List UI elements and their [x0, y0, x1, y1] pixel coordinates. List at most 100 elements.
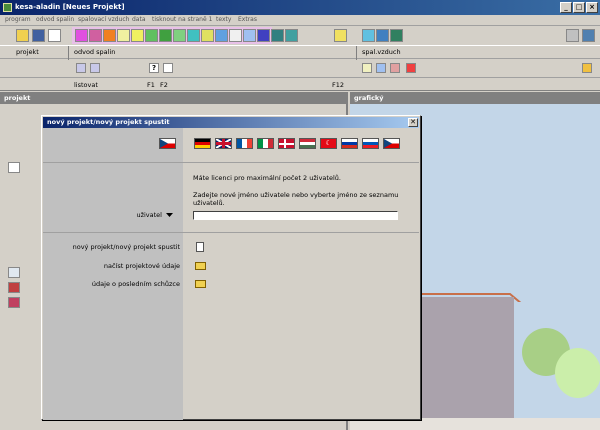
label-listovat: listovat: [74, 81, 98, 89]
open-folder-icon[interactable]: [195, 262, 206, 270]
new-icon[interactable]: [48, 29, 61, 42]
tool-icon-9[interactable]: [187, 29, 200, 42]
instruction-text: Zadejte nové jméno uživatele nebo vybert…: [193, 191, 399, 207]
tool-icon-20[interactable]: [582, 29, 595, 42]
divider: [356, 46, 357, 60]
last-meeting-action-label[interactable]: údaje o posledním schůzce: [46, 280, 180, 288]
panel-icon-3[interactable]: [8, 282, 20, 293]
menu-odvod-spalin[interactable]: odvod spalin: [36, 16, 74, 23]
main-toolbar: [0, 27, 600, 45]
label-projekt: projekt: [16, 48, 39, 56]
prev-icon[interactable]: [76, 63, 86, 73]
tool-icon-24[interactable]: [406, 63, 416, 73]
dialog-divider: [43, 162, 419, 163]
menu-data[interactable]: data: [132, 16, 146, 23]
tool-icon-3[interactable]: [103, 29, 116, 42]
new-project-dialog: nový projekt/nový projekt spustit ✕ ☾ Má…: [41, 115, 421, 420]
title-bar: kesa-aladin [Neues Projekt] _ □ ×: [0, 0, 600, 15]
section-labels: projekt odvod spalin spal.vzduch: [0, 45, 600, 60]
label-f12: F12: [332, 81, 345, 89]
project-panel-title: projekt: [0, 92, 348, 104]
tool-icon-16[interactable]: [285, 29, 298, 42]
tree: [555, 348, 600, 398]
menu-texty[interactable]: texty: [216, 16, 231, 23]
tool-icon-11[interactable]: [215, 29, 228, 42]
user-label: uživatel: [136, 211, 162, 219]
license-text: Máte licenci pro maximální počet 2 uživa…: [193, 174, 341, 182]
close-button[interactable]: ×: [586, 2, 598, 13]
menu-tisknout[interactable]: tisknout na straně 1: [152, 16, 212, 23]
dialog-left-column: [43, 128, 183, 420]
panel-icon-4[interactable]: [8, 297, 20, 308]
new-project-action-label[interactable]: nový projekt/nový projekt spustit: [46, 243, 180, 251]
dialog-title: nový projekt/nový projekt spustit: [43, 117, 419, 128]
tool-icon-2[interactable]: [89, 29, 102, 42]
flag-triangle: [160, 139, 168, 148]
minimize-button[interactable]: _: [560, 2, 572, 13]
czech-flag-2[interactable]: [383, 138, 400, 149]
russian-flag[interactable]: [341, 138, 358, 149]
slovenian-flag[interactable]: [362, 138, 379, 149]
app-icon: [3, 3, 12, 12]
label-spal-vzduch: spal.vzduch: [362, 48, 401, 56]
hungarian-flag[interactable]: [299, 138, 316, 149]
new-document-icon[interactable]: [196, 242, 204, 252]
menu-extras[interactable]: Extras: [238, 16, 257, 23]
open-folder-icon[interactable]: [195, 280, 206, 288]
function-keys: listovat F1 F2 F12: [0, 79, 600, 91]
tool-icon-7[interactable]: [159, 29, 172, 42]
flag-triangle: [384, 139, 392, 148]
tool-icon-13[interactable]: [243, 29, 256, 42]
italian-flag[interactable]: [257, 138, 274, 149]
home-icon[interactable]: [8, 267, 20, 278]
flag-cross: [216, 139, 231, 148]
german-flag[interactable]: [194, 138, 211, 149]
tool-icon-1[interactable]: [75, 29, 88, 42]
user-input[interactable]: [193, 211, 398, 220]
tool-icon-19[interactable]: [390, 29, 403, 42]
czech-flag[interactable]: [159, 138, 176, 149]
next-icon[interactable]: [90, 63, 100, 73]
dropdown-arrow-icon[interactable]: [166, 213, 173, 218]
window-title: kesa-aladin [Neues Projekt]: [15, 3, 125, 11]
help-button[interactable]: ?: [149, 63, 159, 73]
open-icon[interactable]: [16, 29, 29, 42]
dialog-divider: [43, 232, 419, 233]
graphic-panel-title: grafický: [350, 92, 600, 104]
tool-icon-8[interactable]: [173, 29, 186, 42]
tool-icon-15[interactable]: [271, 29, 284, 42]
chevron-down-icon[interactable]: [163, 63, 173, 73]
french-flag[interactable]: [236, 138, 253, 149]
tool-icon-22[interactable]: [376, 63, 386, 73]
tool-icon-14[interactable]: [257, 29, 270, 42]
tool-icon-4[interactable]: [117, 29, 130, 42]
tool-icon-23[interactable]: [390, 63, 400, 73]
menu-bar: program odvod spalin spalovací vzduch da…: [0, 15, 600, 26]
maximize-button[interactable]: □: [573, 2, 585, 13]
label-f1: F1: [147, 81, 155, 89]
turkish-flag[interactable]: ☾: [320, 138, 337, 149]
print-icon[interactable]: [566, 29, 579, 42]
grid-icon[interactable]: [131, 29, 144, 42]
palette-icon[interactable]: [582, 63, 592, 73]
tool-icon-12[interactable]: [229, 29, 242, 42]
label-odvod-spalin: odvod spalin: [74, 48, 116, 56]
label-f2: F2: [160, 81, 168, 89]
save-icon[interactable]: [32, 29, 45, 42]
menu-spalovaci-vzduch[interactable]: spalovací vzduch: [78, 16, 129, 23]
menu-program[interactable]: program: [5, 16, 31, 23]
dialog-close-button[interactable]: ✕: [408, 118, 418, 127]
tool-icon-10[interactable]: [201, 29, 214, 42]
tool-icon-6[interactable]: [145, 29, 158, 42]
nav-toolbar: ?: [0, 60, 600, 78]
load-project-action-label[interactable]: načíst projektové údaje: [46, 262, 180, 270]
danish-flag[interactable]: [278, 138, 295, 149]
tool-icon-18[interactable]: [376, 29, 389, 42]
help-icon[interactable]: [334, 29, 347, 42]
tool-icon-21[interactable]: [362, 63, 372, 73]
panel-icon-1[interactable]: [8, 162, 20, 173]
uk-flag[interactable]: [215, 138, 232, 149]
tool-icon-17[interactable]: [362, 29, 375, 42]
divider: [68, 46, 69, 60]
house-wall: [417, 297, 514, 422]
